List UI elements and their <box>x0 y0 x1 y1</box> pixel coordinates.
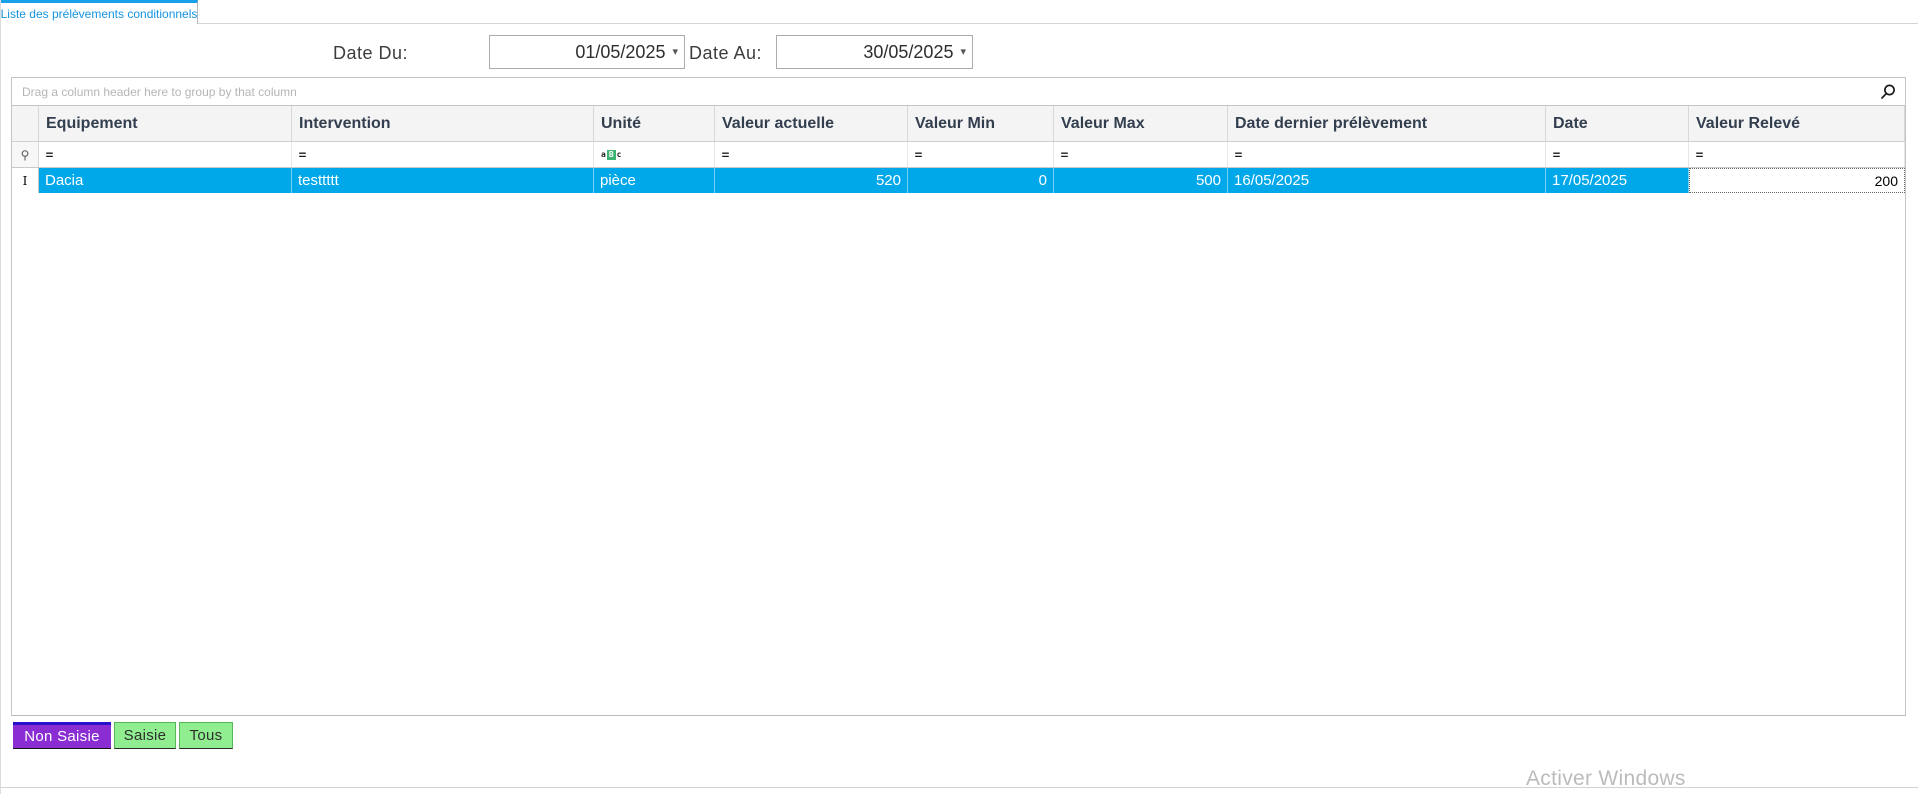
equals-filter-icon[interactable]: = <box>915 148 923 162</box>
tab-liste-prelevements[interactable]: Liste des prélèvements conditionnels <box>1 0 198 24</box>
equals-filter-icon[interactable]: = <box>1061 148 1069 162</box>
filter-cell-valeur-actuelle[interactable]: = <box>715 142 908 167</box>
filter-cell-unite[interactable]: aBc <box>594 142 715 167</box>
filter-cell-valeur-max[interactable]: = <box>1054 142 1228 167</box>
date-to-value: 30/05/2025 <box>863 41 954 62</box>
filter-cell-date[interactable]: = <box>1546 142 1689 167</box>
equals-filter-icon[interactable]: = <box>1696 148 1704 162</box>
filter-cell-valeur-releve[interactable]: = <box>1689 142 1905 167</box>
cell-date-dernier-prelevement[interactable]: 16/05/2025 <box>1228 168 1546 193</box>
column-header-date-dernier-prelevement[interactable]: Date dernier prélèvement <box>1228 106 1546 141</box>
equals-filter-icon[interactable]: = <box>299 148 307 162</box>
cell-date[interactable]: 17/05/2025 <box>1546 168 1689 193</box>
column-header-valeur-min[interactable]: Valeur Min <box>908 106 1054 141</box>
cell-valeur-max[interactable]: 500 <box>1054 168 1228 193</box>
date-to-input[interactable]: 30/05/2025 ▾ <box>776 35 973 69</box>
column-header-intervention[interactable]: Intervention <box>292 106 594 141</box>
filter-pin-icon: ⚲ <box>20 147 30 162</box>
date-to-label: Date Au: <box>689 43 763 63</box>
filter-row-indicator: ⚲ <box>12 142 39 167</box>
column-header-valeur-max[interactable]: Valeur Max <box>1054 106 1228 141</box>
column-header-valeur-releve[interactable]: Valeur Relevé <box>1689 106 1905 141</box>
cell-equipement[interactable]: Dacia <box>39 168 292 193</box>
equals-filter-icon[interactable]: = <box>1235 148 1243 162</box>
dropdown-arrow-icon[interactable]: ▾ <box>960 46 966 58</box>
tabstrip-divider <box>198 23 1918 24</box>
dropdown-arrow-icon[interactable]: ▾ <box>672 46 678 58</box>
filter-cell-equipement[interactable]: = <box>39 142 292 167</box>
equals-filter-icon[interactable]: = <box>46 148 54 162</box>
date-from-label: Date Du: <box>333 43 409 63</box>
saisie-button[interactable]: Saisie <box>114 722 176 749</box>
column-header-date[interactable]: Date <box>1546 106 1689 141</box>
group-by-panel-text: Drag a column header here to group by th… <box>22 84 297 99</box>
windows-activation-watermark: Activer Windows <box>1526 767 1686 790</box>
row-focus-icon: I <box>22 173 28 188</box>
tous-button[interactable]: Tous <box>179 722 233 749</box>
cell-intervention[interactable]: testtttt <box>292 168 594 193</box>
group-by-panel[interactable]: Drag a column header here to group by th… <box>11 77 1906 106</box>
app-window: { "tab": { "label": "Liste des prélèveme… <box>0 0 1918 794</box>
abc-filter-icon[interactable]: aBc <box>601 149 621 160</box>
grid-empty-area[interactable] <box>11 193 1906 716</box>
cell-valeur-min[interactable]: 0 <box>908 168 1054 193</box>
table-row-selected[interactable]: I Dacia testtttt pièce 520 0 500 16/05/2… <box>11 168 1906 193</box>
column-header-valeur-actuelle[interactable]: Valeur actuelle <box>715 106 908 141</box>
filter-cell-date-dernier-prelevement[interactable]: = <box>1228 142 1546 167</box>
footer-button-bar: Non Saisie Saisie Tous <box>13 722 236 749</box>
filter-cell-valeur-min[interactable]: = <box>908 142 1054 167</box>
tab-label: Liste des prélèvements conditionnels <box>0 6 198 21</box>
row-focus-indicator: I <box>12 168 39 193</box>
data-grid: Drag a column header here to group by th… <box>11 77 1906 716</box>
cell-unite[interactable]: pièce <box>594 168 715 193</box>
cell-valeur-actuelle[interactable]: 520 <box>715 168 908 193</box>
column-header-equipement[interactable]: Equipement <box>39 106 292 141</box>
equals-filter-icon[interactable]: = <box>1553 148 1561 162</box>
filter-cell-intervention[interactable]: = <box>292 142 594 167</box>
date-from-value: 01/05/2025 <box>575 41 666 62</box>
grid-filter-row: ⚲ = = aBc = = = = = = <box>11 142 1906 168</box>
search-icon[interactable] <box>1875 81 1899 103</box>
equals-filter-icon[interactable]: = <box>722 148 730 162</box>
row-indicator-header <box>12 106 39 141</box>
date-from-input[interactable]: 01/05/2025 ▾ <box>489 35 685 69</box>
column-header-unite[interactable]: Unité <box>594 106 715 141</box>
grid-header-row: Equipement Intervention Unité Valeur act… <box>11 106 1906 142</box>
non-saisie-button[interactable]: Non Saisie <box>13 722 111 749</box>
cell-valeur-releve-editor[interactable]: 200 <box>1689 168 1905 193</box>
